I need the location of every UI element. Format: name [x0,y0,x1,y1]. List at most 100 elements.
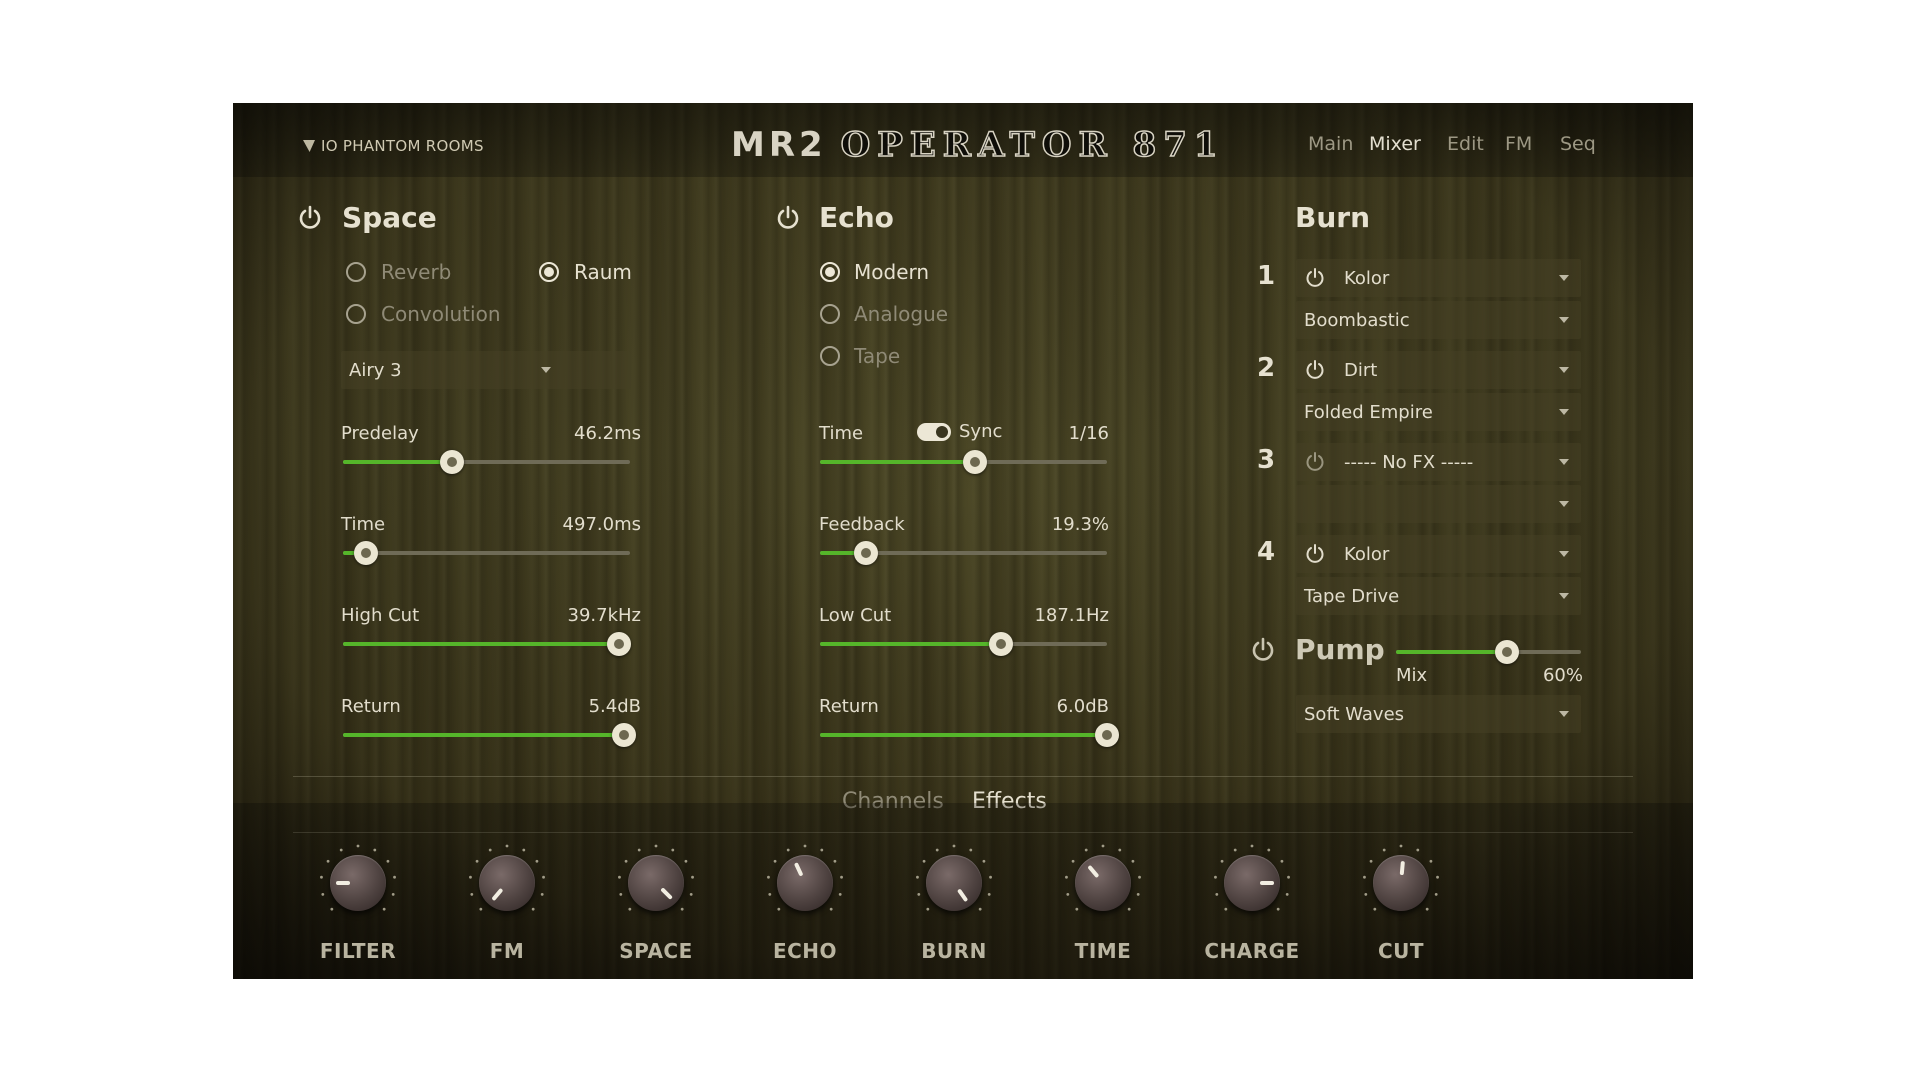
knob-burn[interactable] [914,843,994,923]
burn-slot-4-preset-dropdown[interactable]: Tape Drive [1296,577,1581,615]
space-preset-label: Airy 3 [349,360,402,381]
space-mode-convolution-radio[interactable] [346,304,366,324]
brand: IO PHANTOM ROOMS [303,137,484,155]
knob-cap[interactable] [479,855,535,911]
slider-thumb[interactable] [962,450,987,474]
burn-slot-1-preset-label: Boombastic [1304,310,1410,331]
knob-scale-dot [391,893,395,896]
knob-cap[interactable] [1373,855,1429,911]
burn-slot-4-power-icon[interactable] [1304,543,1326,565]
knob-scale-dot [1118,848,1122,852]
space-return-slider[interactable] [343,723,637,747]
burn-slot-3-power-icon[interactable] [1304,451,1326,473]
knob-cut[interactable] [1361,843,1441,923]
nav-mixer[interactable]: Mixer [1369,133,1421,155]
burn-slot-2-number: 2 [1257,353,1276,383]
burn-title: Burn [1295,201,1371,234]
knob-cap[interactable] [1075,855,1131,911]
space-predelay-slider[interactable] [343,450,630,474]
slider-thumb[interactable] [853,541,878,565]
slider-thumb[interactable] [612,723,637,747]
pump-power-icon[interactable] [1250,637,1276,663]
burn-slot-2-preset-label: Folded Empire [1304,402,1433,423]
plugin-window: IO PHANTOM ROOMS MR2 OPERATOR 871 Main Mi… [233,103,1693,979]
knob-cap[interactable] [1224,855,1280,911]
knob-cap[interactable] [628,855,684,911]
space-power-icon[interactable] [297,205,323,231]
slider-thumb[interactable] [606,632,631,656]
nav-fm[interactable]: FM [1505,133,1532,155]
knob-scale-dot [922,859,926,863]
knob-charge[interactable] [1212,843,1292,923]
knob-scale-dot [684,859,688,863]
knob-scale-dot [356,844,360,848]
burn-slot-3-preset-dropdown[interactable] [1296,485,1581,523]
nav-edit[interactable]: Edit [1447,133,1484,155]
echo-feedback-slider[interactable] [820,541,1107,565]
echo-lowcut-slider[interactable] [820,632,1107,656]
slider-thumb[interactable] [440,450,465,474]
pump-preset-label: Soft Waves [1304,704,1405,725]
knob-space[interactable] [616,843,696,923]
burn-slot-3-fx-dropdown[interactable]: ----- No FX ----- [1296,443,1581,481]
echo-sync-toggle[interactable] [917,423,951,441]
echo-mode-modern-radio[interactable] [820,262,840,282]
knob-scale-dot [382,907,386,911]
space-time-value: 497.0ms [562,514,641,535]
space-mode-reverb-radio[interactable] [346,262,366,282]
slider-fill [820,642,1001,646]
nav-seq[interactable]: Seq [1560,133,1596,155]
knob-echo[interactable] [765,843,845,923]
knob-scale-dot [339,848,343,852]
knob-cap[interactable] [777,855,833,911]
burn-slot-4-preset-label: Tape Drive [1304,586,1400,607]
echo-return-slider[interactable] [820,723,1119,747]
echo-mode-tape-radio[interactable] [820,346,840,366]
knob-scale-dot [1285,893,1289,896]
burn-slot-2-preset-dropdown[interactable]: Folded Empire [1296,393,1581,431]
burn-slot-1-preset-dropdown[interactable]: Boombastic [1296,301,1581,339]
burn-slot-4-fx-dropdown[interactable]: Kolor [1296,535,1581,573]
pump-preset-dropdown[interactable]: Soft Waves [1296,695,1581,733]
knob-time[interactable] [1063,843,1143,923]
slider-fill [343,642,619,646]
space-time-slider[interactable] [343,541,630,565]
space-highcut-slider[interactable] [343,632,631,656]
echo-mode-analogue-radio[interactable] [820,304,840,324]
knob-label-burn: BURN [921,939,987,963]
knob-scale-dot [969,848,973,852]
space-predelay-value: 46.2ms [574,423,641,444]
burn-slot-2-power-icon[interactable] [1304,359,1326,381]
space-title: Space [342,201,437,234]
divider [293,776,1633,777]
burn-slot-1-power-icon[interactable] [1304,267,1326,289]
knob-scale-dot [767,875,770,879]
knob-label-cut: CUT [1377,939,1425,963]
chevron-down-icon [1559,551,1569,557]
nav-main[interactable]: Main [1308,133,1353,155]
echo-feedback-label: Feedback [819,514,905,535]
knob-scale-dot [1233,848,1237,852]
space-mode-convolution-label: Convolution [381,302,501,326]
knob-scale-dot [1382,848,1386,852]
slider-thumb[interactable] [1495,640,1519,664]
echo-power-icon[interactable] [775,205,801,231]
knob-fm[interactable] [467,843,547,923]
burn-slot-1-fx-dropdown[interactable]: Kolor [1296,259,1581,297]
pump-mix-slider[interactable] [1396,640,1581,664]
knob-scale-dot [1136,893,1140,896]
slider-thumb[interactable] [1095,723,1119,747]
knob-cap[interactable] [330,855,386,911]
echo-time-slider[interactable] [820,450,1107,474]
space-preset-dropdown[interactable]: Airy 3 [341,351,631,389]
knob-scale-dot [475,859,479,863]
knob-filter[interactable] [318,843,398,923]
knob-scale-dot [978,907,982,911]
space-mode-raum-radio[interactable] [539,262,559,282]
knob-scale-dot [917,893,921,896]
knob-cap[interactable] [926,855,982,911]
slider-thumb[interactable] [353,541,378,565]
burn-slot-2-fx-dropdown[interactable]: Dirt [1296,351,1581,389]
space-mode-reverb-label: Reverb [381,260,452,284]
slider-thumb[interactable] [988,632,1013,656]
